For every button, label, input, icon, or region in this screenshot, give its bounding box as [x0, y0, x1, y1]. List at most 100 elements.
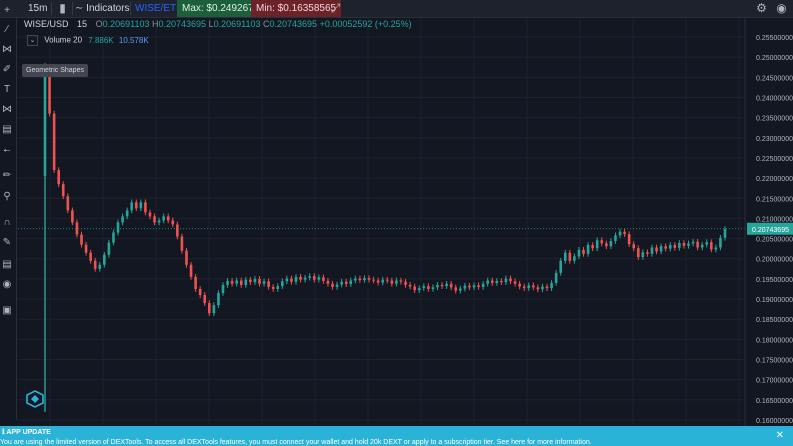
- candle-body: [189, 264, 193, 277]
- candle-body: [550, 282, 553, 289]
- price-tick-label: 0.21500000: [756, 196, 793, 203]
- candle-body: [623, 231, 626, 235]
- candle-body: [107, 242, 111, 255]
- candle-body: [267, 281, 270, 287]
- price-tick-label: 0.18500000: [756, 317, 793, 324]
- price-tick-label: 0.24500000: [756, 75, 793, 82]
- price-tick-label: 0.16000000: [756, 418, 793, 425]
- candle-body: [636, 248, 640, 258]
- legend-high-value: 0.20743695: [158, 19, 207, 29]
- candle-body: [413, 286, 416, 291]
- candle-body: [682, 243, 686, 246]
- candle-body: [532, 285, 535, 288]
- dextools-logo: [26, 390, 44, 408]
- candle-body: [573, 256, 576, 261]
- candle-body: [349, 280, 353, 285]
- candle-body: [144, 202, 147, 213]
- candle-body: [230, 280, 234, 284]
- candle-body: [294, 276, 298, 282]
- price-tick-label: 0.25000000: [756, 55, 793, 62]
- candle-body: [641, 252, 645, 258]
- candle-body: [372, 279, 375, 281]
- candle-body: [646, 252, 649, 254]
- candle-body: [226, 280, 229, 285]
- candle-body: [440, 284, 444, 287]
- legend-symbol: WISE/USD: [24, 19, 69, 29]
- candle-body: [691, 241, 695, 244]
- candle-body: [650, 247, 654, 254]
- candle-body: [463, 285, 467, 289]
- candle-body: [171, 220, 175, 225]
- candle-body: [376, 280, 380, 283]
- legend-interval: 15: [77, 19, 88, 29]
- candle-body: [504, 278, 508, 283]
- volume-value-1: 7.886K: [88, 35, 114, 45]
- candle-body: [500, 280, 503, 283]
- candle-body: [408, 284, 412, 287]
- candle-body: [577, 249, 581, 257]
- price-tick-label: 0.25500000: [756, 35, 793, 42]
- candle-body: [459, 288, 462, 291]
- candle-body: [303, 277, 307, 280]
- current-price-label: 0.20743695: [752, 227, 789, 234]
- candle-body: [536, 287, 540, 290]
- candle-body: [80, 234, 83, 245]
- candle-body: [673, 245, 677, 248]
- candle-body: [207, 303, 211, 314]
- candle-body: [723, 228, 727, 238]
- candle-body: [714, 247, 718, 250]
- candle-body: [185, 250, 188, 265]
- candle-body: [700, 244, 704, 248]
- candle-body: [449, 283, 453, 288]
- candle-body: [710, 242, 713, 250]
- banner-title-row: ℹ APP UPDATE: [2, 428, 51, 436]
- candle-body: [595, 240, 599, 249]
- candle-body: [221, 284, 225, 294]
- candle-body: [244, 279, 248, 285]
- candle-body: [495, 280, 499, 283]
- candle-body: [687, 243, 690, 246]
- legend-open-label: O: [95, 19, 103, 29]
- volume-legend: ⌄ Volume 20 7.886K 10.578K: [27, 35, 149, 46]
- candle-body: [541, 286, 544, 290]
- candle-body: [678, 243, 681, 248]
- price-tick-label: 0.23000000: [756, 136, 793, 143]
- candle-body: [71, 210, 74, 223]
- candle-body: [61, 184, 65, 197]
- candle-body: [545, 286, 549, 289]
- candle-body: [217, 293, 220, 306]
- candle-body: [125, 210, 129, 217]
- candle-body: [121, 216, 124, 223]
- candle-body: [591, 245, 594, 249]
- banner-message: You are using the limited version of DEX…: [0, 439, 592, 446]
- candle-body: [522, 286, 526, 289]
- candle-body: [705, 242, 709, 245]
- candle-body: [422, 286, 426, 289]
- candle-body: [198, 288, 202, 296]
- candle-body: [618, 231, 622, 236]
- candle-body: [322, 277, 325, 281]
- close-icon[interactable]: ✕: [776, 430, 784, 441]
- candle-body: [605, 243, 608, 247]
- candle-body: [668, 245, 672, 249]
- candle-body: [93, 260, 97, 269]
- candle-body: [262, 281, 266, 284]
- candle-body: [719, 237, 722, 248]
- candle-body: [312, 276, 316, 280]
- price-tick-label: 0.21000000: [756, 216, 793, 223]
- candle-body: [162, 216, 165, 221]
- candle-body: [696, 241, 699, 248]
- candle-body: [299, 276, 302, 280]
- candle-body: [66, 196, 70, 211]
- price-chart[interactable]: 0.25500000 0.25000000 0.24500000 0.24000000…: [0, 0, 793, 426]
- candle-body: [317, 277, 321, 280]
- price-tick-label: 0.19000000: [756, 297, 793, 304]
- candle-body: [130, 202, 134, 211]
- candle-body: [84, 244, 88, 253]
- collapse-legend-button[interactable]: ⌄: [27, 35, 38, 46]
- chart-grid: [18, 18, 745, 425]
- candle-body: [258, 278, 261, 284]
- candle-body: [203, 295, 207, 304]
- candle-body: [148, 212, 152, 217]
- candle-body: [166, 216, 170, 221]
